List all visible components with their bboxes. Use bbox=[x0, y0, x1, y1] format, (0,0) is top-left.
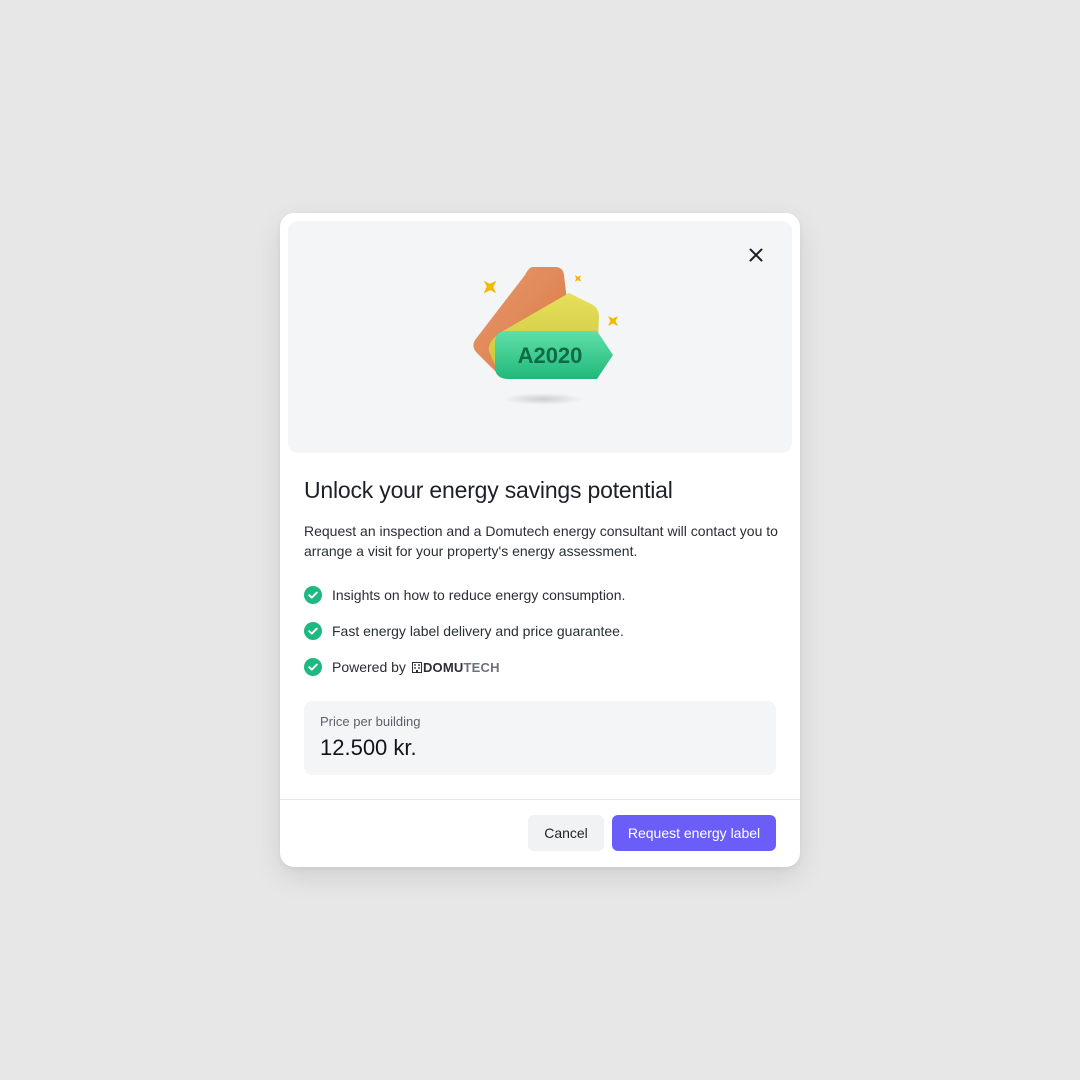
request-energy-label-button[interactable]: Request energy label bbox=[612, 815, 776, 851]
check-circle-icon bbox=[304, 586, 322, 604]
feature-item: Insights on how to reduce energy consump… bbox=[304, 585, 625, 605]
feature-list: Insights on how to reduce energy consump… bbox=[304, 585, 625, 693]
feature-text: Powered by bbox=[332, 659, 406, 675]
feature-item: Fast energy label delivery and price gua… bbox=[304, 621, 625, 641]
check-circle-icon bbox=[304, 658, 322, 676]
feature-item: Powered by DOMU TECH bbox=[304, 657, 625, 677]
modal-title: Unlock your energy savings potential bbox=[304, 477, 673, 503]
label-text: A2020 bbox=[518, 343, 583, 368]
brand-name-primary: DOMU bbox=[422, 659, 464, 675]
sparkle-icon bbox=[608, 316, 618, 326]
modal-description: Request an inspection and a Domutech ene… bbox=[304, 523, 778, 559]
illustration-shadow bbox=[503, 393, 583, 405]
price-box: Price per building 12.500 kr. bbox=[304, 701, 776, 775]
sparkle-icon bbox=[574, 275, 582, 282]
check-circle-icon bbox=[304, 622, 322, 640]
sparkle-icon bbox=[483, 280, 497, 294]
feature-text: Fast energy label delivery and price gua… bbox=[332, 623, 624, 639]
energy-label-illustration: A2020 bbox=[473, 267, 618, 405]
cancel-button[interactable]: Cancel bbox=[528, 815, 604, 851]
hero-panel: A2020 bbox=[288, 221, 792, 453]
energy-label-modal: A2020 Unlock your energy savings potenti… bbox=[280, 213, 800, 867]
close-button[interactable] bbox=[740, 239, 772, 271]
feature-text: Insights on how to reduce energy consump… bbox=[332, 587, 626, 603]
price-value: 12.500 kr. bbox=[320, 735, 417, 760]
footer-divider bbox=[280, 799, 800, 800]
price-label: Price per building bbox=[320, 714, 421, 729]
domutech-logo: DOMU TECH bbox=[411, 659, 500, 675]
building-icon bbox=[411, 661, 422, 673]
brand-name-secondary: TECH bbox=[463, 659, 500, 675]
close-icon bbox=[749, 248, 763, 262]
